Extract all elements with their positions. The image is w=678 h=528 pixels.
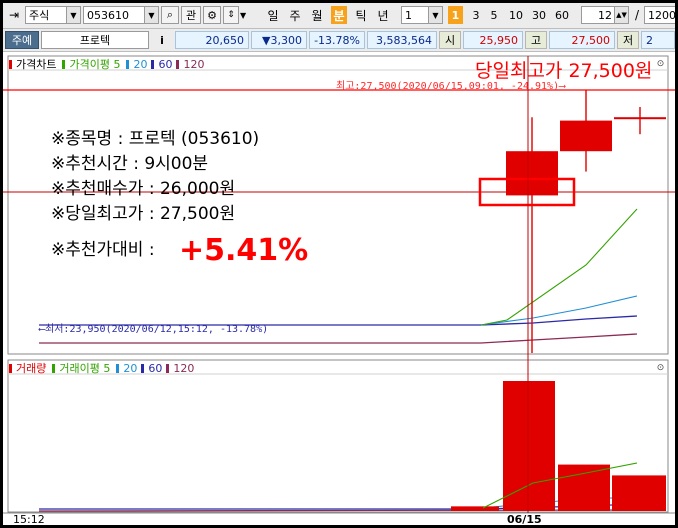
volume-bar[interactable] xyxy=(451,506,499,511)
volume-panel-legend: 거래량 거래이평 5 20 60 120 xyxy=(9,361,194,375)
x-axis-start-label: 15:12 xyxy=(13,513,45,525)
vma60-marker-icon xyxy=(141,363,145,373)
volume-bar[interactable] xyxy=(558,464,610,511)
annotation-line-1: ※종목명 : 프로텍 (053610) xyxy=(51,129,259,149)
volume-marker-icon xyxy=(9,363,12,373)
price-marker-icon xyxy=(9,59,12,69)
annotation-line-3: ※추천매수가 : 26,000원 xyxy=(51,179,235,199)
vma5-marker-icon xyxy=(52,363,56,373)
vma120-marker-icon xyxy=(166,363,170,373)
ma20-marker-icon xyxy=(126,59,130,69)
app-window: ⇥ 주식 ▼ 053610 ▼ ⌕ 관 ⚙ ⇕ ▼ 일 주 월 분 틱 년 1 … xyxy=(0,0,678,528)
candle-body[interactable] xyxy=(614,117,666,120)
ma20-label: 20 xyxy=(133,57,148,71)
ma120-marker-icon xyxy=(176,59,180,69)
vma60-label: 60 xyxy=(148,361,163,375)
price-chart-title: 가격차트 xyxy=(16,58,57,71)
chart-window: ⇥ 주식 ▼ 053610 ▼ ⌕ 관 ⚙ ⇕ ▼ 일 주 월 분 틱 년 1 … xyxy=(3,3,675,525)
vma20-label: 20 xyxy=(123,361,138,375)
day-high-headline: 당일최고가 27,500원 xyxy=(475,60,652,82)
panel-options-icon[interactable]: ⊙ xyxy=(655,58,666,69)
ma5-label: 가격이평 5 xyxy=(69,58,121,71)
panel-options-icon[interactable]: ⊙ xyxy=(655,362,666,373)
ratio-label: ※추천가대비 : xyxy=(51,240,155,260)
volume-bar[interactable] xyxy=(612,475,666,511)
high-marker-label: 최고:27,500(2020/06/15,09:01, -24.91%)⟶ xyxy=(336,80,566,92)
price-panel-legend: 가격차트 가격이평 5 20 60 120 xyxy=(9,57,204,71)
ma5-marker-icon xyxy=(62,59,66,69)
ratio-value: +5.41% xyxy=(179,233,308,268)
chart-canvas[interactable]: 당일최고가 27,500원 최고:27,500(2020/06/15,09:01… xyxy=(3,3,675,525)
ma60-label: 60 xyxy=(158,57,173,71)
low-marker-label: ⟵최저:23,950(2020/06/12,15:12, -13.78%) xyxy=(38,323,268,335)
vma20-marker-icon xyxy=(116,363,120,373)
candle-body[interactable] xyxy=(560,120,612,152)
x-axis-band xyxy=(3,513,675,525)
volume-bar[interactable] xyxy=(503,381,555,511)
vma5-label: 거래이평 5 xyxy=(59,362,111,375)
candle-body[interactable] xyxy=(506,151,558,196)
ma60-marker-icon xyxy=(151,59,155,69)
ma120-label: 120 xyxy=(183,57,205,71)
volume-chart-title: 거래량 xyxy=(16,362,47,375)
vma120-label: 120 xyxy=(173,361,195,375)
x-axis-date-label: 06/15 xyxy=(507,513,542,525)
annotation-line-4: ※당일최고가 : 27,500원 xyxy=(51,204,235,224)
annotation-line-2: ※추천시간 : 9시00분 xyxy=(51,154,208,174)
